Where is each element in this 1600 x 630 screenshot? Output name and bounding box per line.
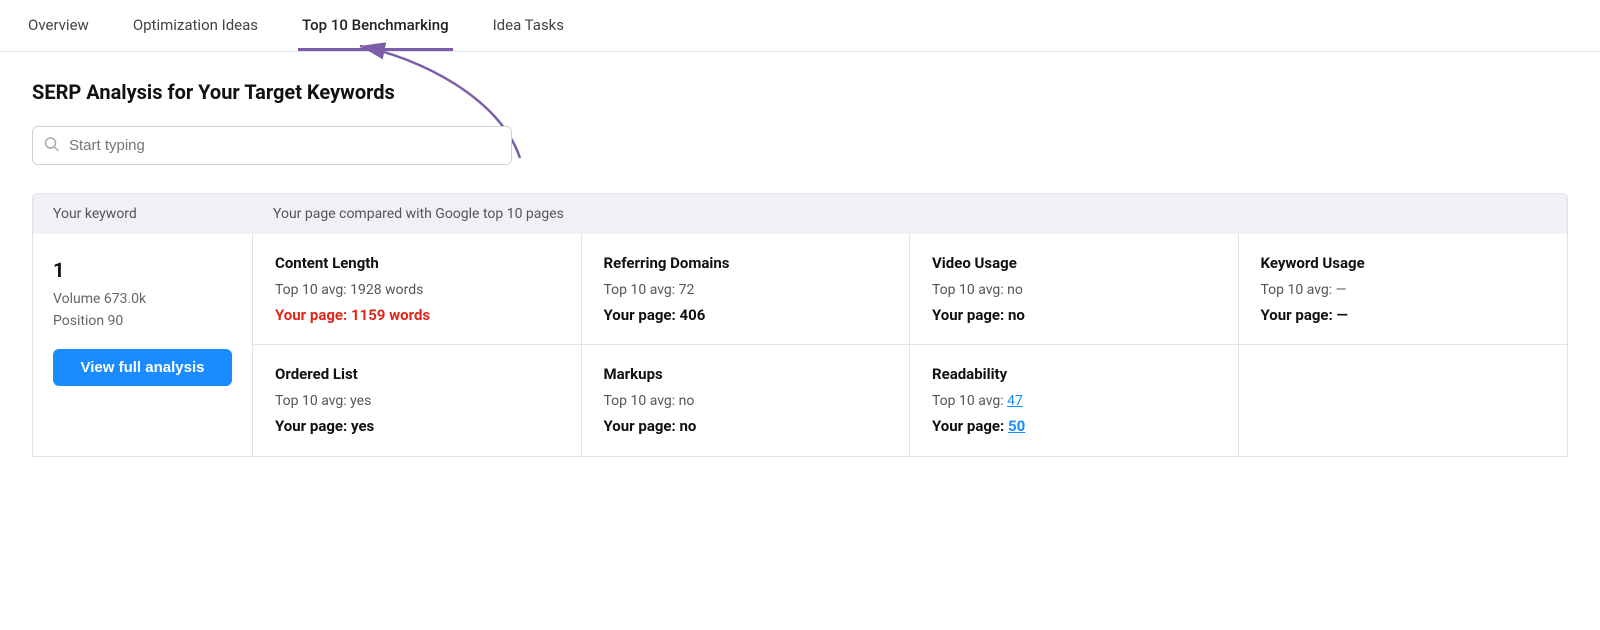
metric-page-markups: Your page: no <box>604 417 888 435</box>
metrics-grid: Content Length Top 10 avg: 1928 words Yo… <box>253 234 1567 456</box>
metric-avg-readability: Top 10 avg: 47 <box>932 393 1216 409</box>
tab-idea-tasks[interactable]: Idea Tasks <box>489 0 568 51</box>
keyword-meta: Volume 673.0k Position 90 <box>53 288 232 333</box>
metric-page-ordered-list: Your page: yes <box>275 417 559 435</box>
metric-title-content-length: Content Length <box>275 254 559 272</box>
tab-overview[interactable]: Overview <box>24 0 93 51</box>
metric-card-content-length: Content Length Top 10 avg: 1928 words Yo… <box>253 234 582 345</box>
metric-title-video-usage: Video Usage <box>932 254 1216 272</box>
metric-title-referring-domains: Referring Domains <box>604 254 888 272</box>
metric-page-readability: Your page: 50 <box>932 417 1216 435</box>
tab-nav: Overview Optimization Ideas Top 10 Bench… <box>0 0 1600 52</box>
metric-avg-markups: Top 10 avg: no <box>604 393 888 409</box>
metric-page-keyword-usage: Your page: — <box>1261 306 1546 324</box>
metric-avg-keyword-usage: Top 10 avg: — <box>1261 282 1546 298</box>
metric-card-ordered-list: Ordered List Top 10 avg: yes Your page: … <box>253 345 582 456</box>
metric-card-referring-domains: Referring Domains Top 10 avg: 72 Your pa… <box>582 234 911 345</box>
metric-card-video-usage: Video Usage Top 10 avg: no Your page: no <box>910 234 1239 345</box>
keyword-col: 1 Volume 673.0k Position 90 View full an… <box>33 234 253 456</box>
th-keyword: Your keyword <box>53 206 273 222</box>
metric-page-video-usage: Your page: no <box>932 306 1216 324</box>
readability-page-link[interactable]: 50 <box>1008 417 1025 435</box>
page-title: SERP Analysis for Your Target Keywords <box>32 80 1568 104</box>
metric-title-readability: Readability <box>932 365 1216 383</box>
metric-title-markups: Markups <box>604 365 888 383</box>
metric-page-referring-domains: Your page: 406 <box>604 306 888 324</box>
app-container: Overview Optimization Ideas Top 10 Bench… <box>0 0 1600 630</box>
metric-card-markups: Markups Top 10 avg: no Your page: no <box>582 345 911 456</box>
metric-title-keyword-usage: Keyword Usage <box>1261 254 1546 272</box>
metric-title-ordered-list: Ordered List <box>275 365 559 383</box>
readability-avg-link[interactable]: 47 <box>1007 393 1023 409</box>
keyword-position: Position 90 <box>53 310 232 332</box>
metric-avg-content-length: Top 10 avg: 1928 words <box>275 282 559 298</box>
table-header: Your keyword Your page compared with Goo… <box>32 193 1568 234</box>
keyword-rank: 1 <box>53 258 232 282</box>
metric-avg-ordered-list: Top 10 avg: yes <box>275 393 559 409</box>
search-icon <box>44 136 59 155</box>
tab-optimization-ideas[interactable]: Optimization Ideas <box>129 0 262 51</box>
page-content: SERP Analysis for Your Target Keywords Y… <box>0 52 1600 457</box>
metric-page-content-length: Your page: 1159 words <box>275 306 559 324</box>
table-row: 1 Volume 673.0k Position 90 View full an… <box>32 234 1568 457</box>
keyword-volume: Volume 673.0k <box>53 288 232 310</box>
metric-card-empty <box>1239 345 1568 456</box>
view-full-analysis-button[interactable]: View full analysis <box>53 349 232 386</box>
tab-top-10-benchmarking[interactable]: Top 10 Benchmarking <box>298 0 453 51</box>
search-input[interactable] <box>32 126 512 165</box>
metric-card-readability: Readability Top 10 avg: 47 Your page: 50 <box>910 345 1239 456</box>
metric-avg-video-usage: Top 10 avg: no <box>932 282 1216 298</box>
search-wrapper <box>32 126 512 165</box>
metric-avg-referring-domains: Top 10 avg: 72 <box>604 282 888 298</box>
th-comparison: Your page compared with Google top 10 pa… <box>273 206 564 222</box>
metric-card-keyword-usage: Keyword Usage Top 10 avg: — Your page: — <box>1239 234 1568 345</box>
